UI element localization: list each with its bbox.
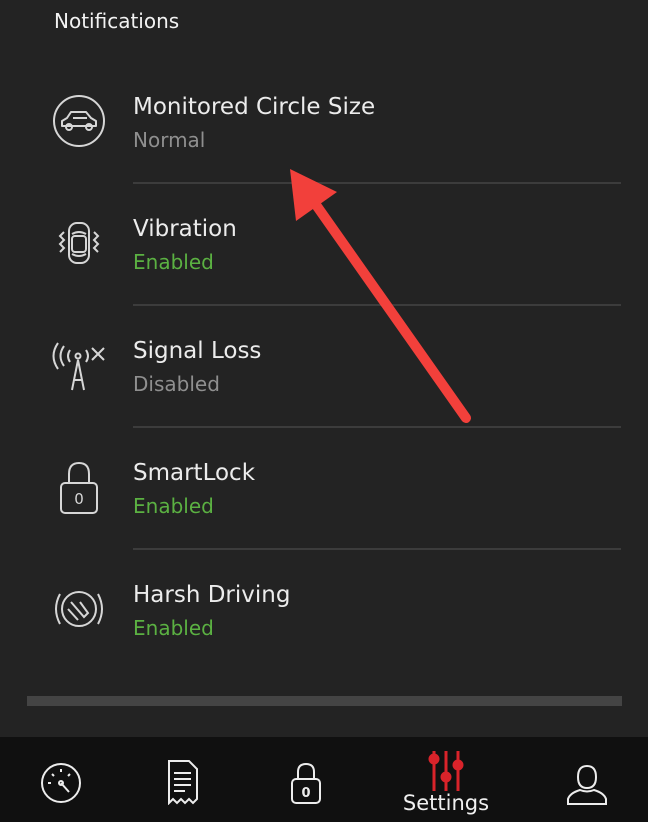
receipt-icon [168, 760, 198, 805]
section-title: Notifications [54, 9, 180, 33]
nav-settings[interactable]: Settings [386, 737, 506, 822]
nav-dashboard[interactable] [1, 737, 121, 822]
svg-text:0: 0 [301, 786, 310, 801]
nav-profile[interactable] [527, 737, 647, 822]
nav-settings-label: Settings [402, 791, 490, 815]
setting-row-monitored-circle-size[interactable]: Monitored Circle Size Normal [0, 62, 648, 184]
car-vibration-icon [50, 214, 108, 272]
nav-reports[interactable] [123, 737, 243, 822]
setting-status: Enabled [133, 494, 214, 518]
setting-row-signal-loss[interactable]: Signal Loss Disabled [0, 306, 648, 428]
svg-text:0: 0 [74, 490, 84, 508]
speedometer-icon [41, 763, 81, 803]
setting-row-smartlock[interactable]: 0 SmartLock Enabled [0, 428, 648, 550]
setting-status: Enabled [133, 250, 214, 274]
bottom-navigation: 0 Settings [0, 737, 648, 822]
section-footer-bar [27, 696, 622, 706]
notifications-screen: Notifications Monitored Circle Size Norm… [0, 0, 648, 822]
settings-sliders-icon [428, 751, 464, 791]
setting-status: Enabled [133, 616, 214, 640]
setting-title: Signal Loss [133, 338, 262, 364]
user-icon [567, 764, 607, 805]
setting-row-vibration[interactable]: Vibration Enabled [0, 184, 648, 306]
setting-title: Vibration [133, 216, 237, 242]
signal-tower-icon [50, 334, 108, 392]
car-circle-icon [50, 92, 108, 150]
setting-status: Disabled [133, 372, 220, 396]
setting-row-harsh-driving[interactable]: Harsh Driving Enabled [0, 550, 648, 672]
setting-title: SmartLock [133, 460, 256, 486]
padlock-icon: 0 [50, 458, 108, 516]
nav-lock[interactable]: 0 [246, 737, 366, 822]
setting-status: Normal [133, 128, 206, 152]
setting-title: Monitored Circle Size [133, 94, 376, 120]
lock-icon: 0 [291, 762, 321, 804]
harsh-driving-icon [50, 580, 108, 638]
setting-title: Harsh Driving [133, 582, 291, 608]
